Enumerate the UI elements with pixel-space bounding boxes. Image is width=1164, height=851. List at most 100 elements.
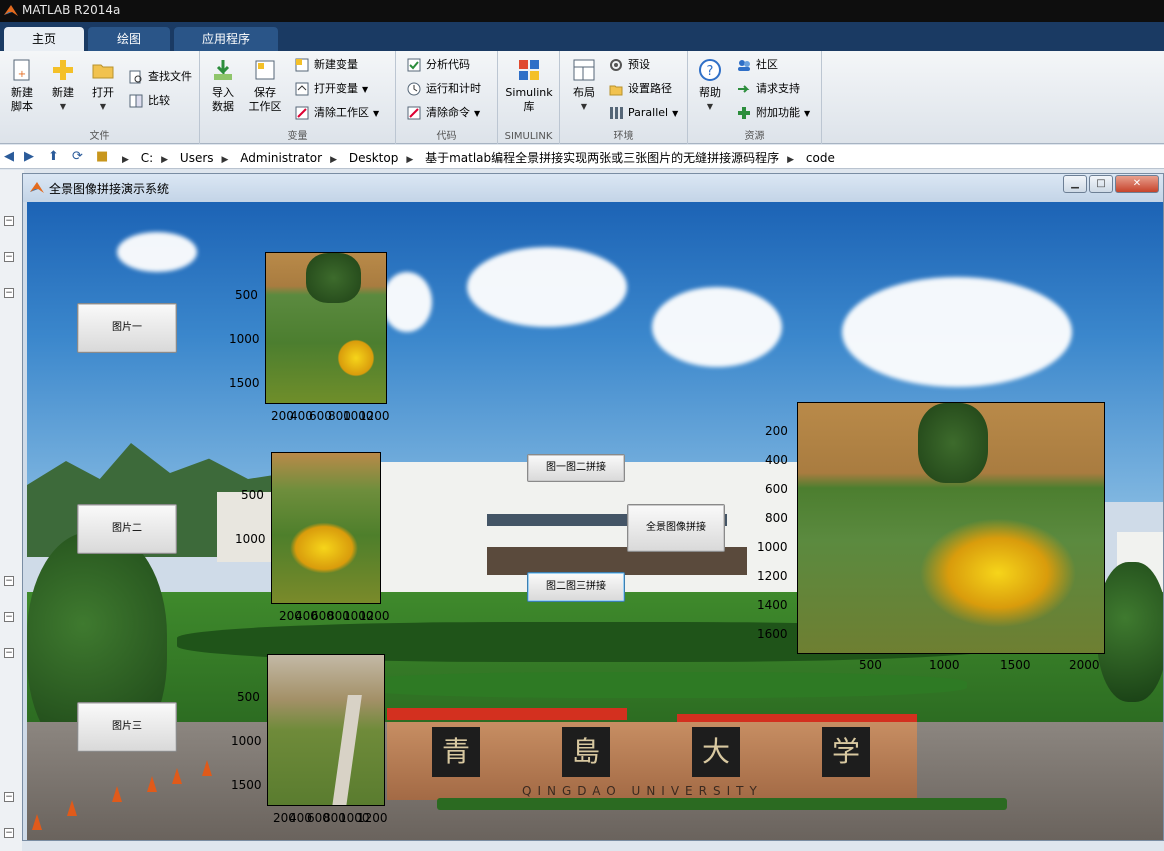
flower: [284, 518, 364, 578]
compare-button[interactable]: 比较: [128, 91, 170, 111]
current-folder-bar: ◀ ▶ ⬆ ⟳ ■ ▶ C: ▶ Users ▶ Administrator ▶ De…: [0, 145, 1164, 169]
axes-image2: 500 1000 200 400 600 800 1000 1200: [235, 452, 390, 623]
matlab-logo-icon: [30, 182, 44, 193]
back-icon[interactable]: ◀: [4, 149, 14, 164]
set-path-button[interactable]: 设置路径: [608, 79, 672, 99]
sign-character: 青: [432, 727, 480, 777]
fold-marker[interactable]: −: [4, 252, 14, 262]
breadcrumb-item[interactable]: code: [806, 151, 835, 165]
axes-image1: 500 1000 1500 200 400 600 800 1000 1200: [229, 252, 390, 423]
breadcrumb: ▶ C: ▶ Users ▶ Administrator ▶ Desktop ▶ 基于m…: [118, 149, 839, 166]
breadcrumb-separator: ▶: [221, 155, 229, 165]
traffic-cone: [147, 776, 157, 792]
image2-display: [271, 452, 381, 604]
tab-apps[interactable]: 应用程序: [174, 27, 278, 51]
cloud: [652, 287, 782, 367]
new-variable-button[interactable]: 新建变量: [294, 55, 358, 75]
axes-panorama: 200 400 600 800 1000 1200 1400 1600 500 …: [757, 402, 1107, 672]
preferences-button[interactable]: 预设: [608, 55, 650, 75]
browse-folder-icon[interactable]: ⟳: [72, 149, 83, 164]
import-data-button[interactable]: 导入 数据: [208, 57, 238, 114]
traffic-cone: [112, 786, 122, 802]
folder-icon: ■: [96, 149, 109, 164]
breadcrumb-separator: ▶: [122, 155, 129, 165]
editor-gutter: − − − − − − − −: [0, 170, 24, 851]
layout-button[interactable]: 布局 ▼: [566, 57, 602, 114]
help-icon: ?: [699, 59, 721, 81]
cloud: [842, 277, 1072, 387]
community-button[interactable]: 社区: [736, 55, 778, 75]
tree: [918, 403, 988, 483]
axes-image3: 500 1000 1500 200 400 600 800 1000 1200: [231, 654, 388, 825]
community-icon: [738, 60, 750, 71]
group-label-variable: 变量: [287, 131, 308, 142]
open-button[interactable]: 打开 ▼: [86, 57, 120, 114]
image3-button[interactable]: 图片三: [77, 702, 177, 752]
save-workspace-button[interactable]: 保存 工作区: [246, 57, 284, 114]
chevron-down-icon: ▼: [804, 109, 811, 118]
matlab-logo-icon: [4, 5, 18, 16]
group-file: + 新建 脚本 新建 ▼ 打开 ▼ 查找文件 比较 文件: [0, 51, 200, 144]
fold-marker[interactable]: −: [4, 576, 14, 586]
y-tick-label: 1000: [235, 532, 266, 546]
find-files-icon: [129, 70, 142, 84]
up-folder-icon[interactable]: ⬆: [48, 149, 59, 164]
fold-marker[interactable]: −: [4, 612, 14, 622]
find-files-button[interactable]: 查找文件: [128, 67, 192, 87]
clear-workspace-button[interactable]: 清除工作区 ▼: [294, 103, 379, 123]
traffic-cone: [67, 800, 77, 816]
stitch-12-button[interactable]: 图一图二拼接: [527, 454, 625, 482]
simulink-library-button[interactable]: Simulink 库: [504, 57, 554, 114]
y-tick-label: 600: [765, 482, 788, 496]
maximize-button[interactable]: □: [1089, 175, 1113, 193]
fold-marker[interactable]: −: [4, 648, 14, 658]
breadcrumb-item[interactable]: C:: [141, 151, 153, 165]
panorama-button[interactable]: 全景图像拼接: [627, 504, 725, 552]
y-tick-label: 1000: [757, 540, 788, 554]
save-workspace-icon: [255, 60, 275, 80]
breadcrumb-item[interactable]: Desktop: [349, 151, 399, 165]
forward-icon[interactable]: ▶: [24, 149, 34, 164]
traffic-cone: [32, 814, 42, 830]
tab-plots[interactable]: 绘图: [88, 27, 170, 51]
fold-marker[interactable]: −: [4, 288, 14, 298]
breadcrumb-item[interactable]: Administrator: [240, 151, 322, 165]
open-variable-button[interactable]: 打开变量 ▼: [294, 79, 368, 99]
image2-button[interactable]: 图片二: [77, 504, 177, 554]
help-button[interactable]: ? 帮助 ▼: [694, 57, 726, 114]
group-code: 分析代码 运行和计时 清除命令 ▼ 代码: [396, 51, 498, 144]
tab-home[interactable]: 主页: [4, 27, 84, 51]
y-tick-label: 500: [235, 288, 258, 302]
y-tick-label: 1200: [757, 569, 788, 583]
minimize-button[interactable]: ▁: [1063, 175, 1087, 193]
x-tick-label: 2000: [1069, 658, 1100, 672]
cloud: [382, 272, 432, 332]
parallel-button[interactable]: Parallel ▼: [608, 103, 678, 123]
open-variable-icon: [295, 82, 309, 96]
new-button[interactable]: 新建 ▼: [46, 57, 80, 114]
run-and-time-button[interactable]: 运行和计时: [406, 79, 481, 99]
stitch-23-button[interactable]: 图二图三拼接: [527, 572, 625, 602]
new-script-icon: +: [13, 59, 30, 81]
x-tick-label: 1200: [359, 609, 390, 623]
analyze-code-button[interactable]: 分析代码: [406, 55, 470, 75]
breadcrumb-item[interactable]: 基于matlab编程全景拼接实现两张或三张图片的无缝拼接源码程序: [425, 151, 779, 165]
add-ons-button[interactable]: 附加功能 ▼: [736, 103, 810, 123]
new-script-button[interactable]: + 新建 脚本: [4, 57, 40, 114]
figure-titlebar: 全景图像拼接演示系统 ▁ □ ✕: [23, 174, 1163, 202]
fold-marker[interactable]: −: [4, 792, 14, 802]
flower: [336, 338, 376, 378]
clear-commands-button[interactable]: 清除命令 ▼: [406, 103, 480, 123]
close-button[interactable]: ✕: [1115, 175, 1159, 193]
image1-button[interactable]: 图片一: [77, 303, 177, 353]
gear-icon: [610, 59, 622, 71]
y-tick-label: 500: [241, 488, 264, 502]
compare-icon: [129, 94, 143, 108]
y-tick-label: 200: [765, 424, 788, 438]
fold-marker[interactable]: −: [4, 828, 14, 838]
figure-window: 全景图像拼接演示系统 ▁ □ ✕ 青 島 大 学 QINGDAO UNIVERS…: [22, 173, 1164, 841]
fold-marker[interactable]: −: [4, 216, 14, 226]
breadcrumb-item[interactable]: Users: [180, 151, 214, 165]
group-variable: 导入 数据 保存 工作区 新建变量 打开变量 ▼ 清除工作区 ▼ 变量: [200, 51, 396, 144]
request-support-button[interactable]: 请求支持: [736, 79, 800, 99]
